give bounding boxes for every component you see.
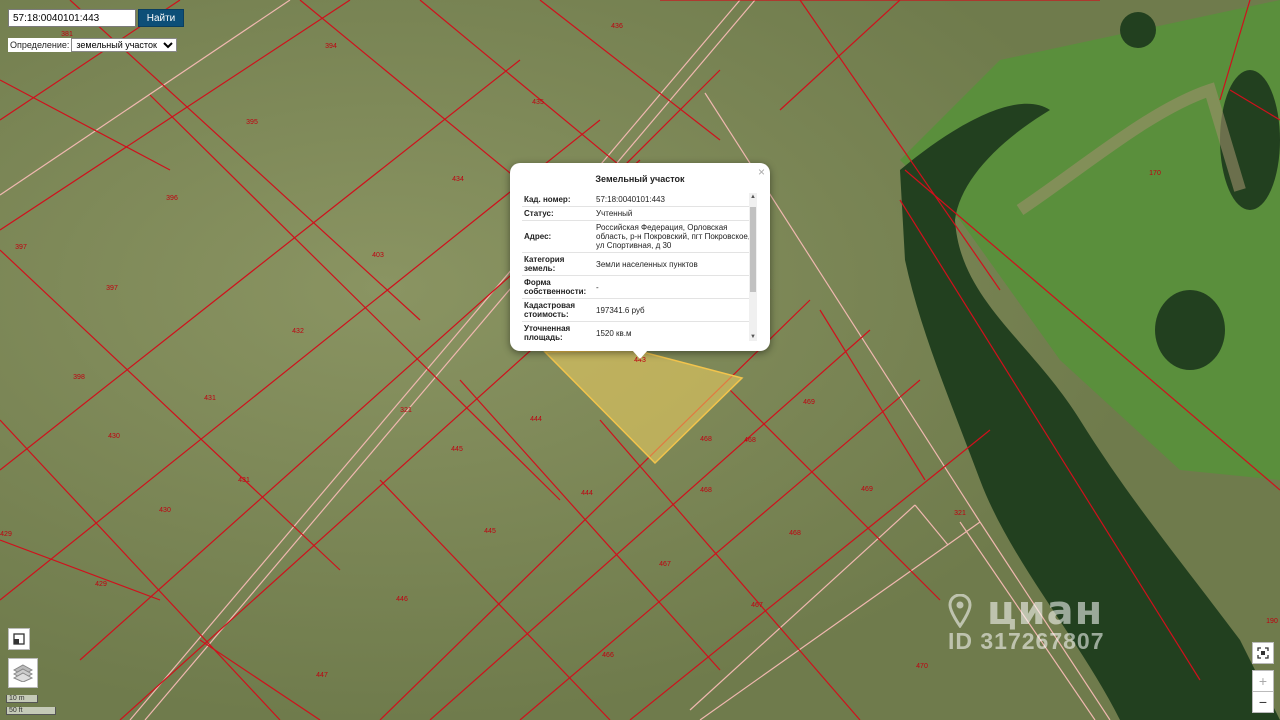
- definition-select[interactable]: земельный участок: [71, 38, 178, 52]
- parcel-label: 170: [1149, 170, 1161, 177]
- parcel-label: 444: [581, 490, 593, 497]
- row-value: Российская Федерация, Орловская область,…: [596, 223, 751, 250]
- parcel-label: 429: [95, 581, 107, 588]
- table-row: Уточненная площадь: 1520 кв.м: [522, 321, 756, 341]
- tree-cluster: [1120, 12, 1156, 48]
- row-key: Форма собственности:: [524, 278, 587, 296]
- row-value: Учтенный: [596, 209, 633, 218]
- parcel-label: 446: [396, 596, 408, 603]
- parcel-label: 467: [659, 561, 671, 568]
- parcel-label: 467: [751, 602, 763, 609]
- scroll-up-icon[interactable]: ▲: [749, 193, 757, 201]
- listing-id: ID 317267807: [948, 628, 1105, 654]
- parcel-label: 468: [789, 530, 801, 537]
- table-row: Кадастровая стоимость: 197341.6 руб: [522, 298, 756, 321]
- table-row: Кад. номер: 57:18:0040101:443: [522, 193, 756, 206]
- row-key: Уточненная площадь:: [524, 324, 571, 341]
- row-value: 197341.6 руб: [596, 305, 645, 315]
- scroll-down-icon[interactable]: ▼: [749, 333, 757, 341]
- table-row: Статус: Учтенный: [522, 206, 756, 220]
- cadastral-number-input[interactable]: [8, 9, 136, 27]
- table-row: Категория земель: Земли населенных пункто…: [522, 252, 756, 275]
- tree-cluster: [1155, 290, 1225, 370]
- close-icon[interactable]: ×: [758, 165, 765, 179]
- popup-title: Земельный участок: [595, 174, 685, 184]
- parcel-label: 436: [611, 23, 623, 30]
- table-row: Форма собственности: -: [522, 275, 756, 298]
- parcel-label: 432: [292, 328, 304, 335]
- parcel-label: 429: [0, 531, 12, 538]
- definition-row: Определение: земельный участок: [8, 38, 178, 52]
- popup-scrollbar[interactable]: ▲ ▼: [749, 193, 757, 341]
- search-bar: Найти: [8, 9, 184, 27]
- scale-bar-imperial: 50 ft: [6, 707, 56, 715]
- find-button[interactable]: Найти: [138, 9, 184, 27]
- layers-button[interactable]: [8, 658, 38, 688]
- table-row: Адрес: Российская Федерация, Орловская об…: [522, 220, 756, 252]
- parcel-label: 321: [400, 407, 412, 414]
- parcel-label: 395: [246, 119, 258, 126]
- parcel-label: 381: [61, 31, 73, 38]
- parcel-label: 397: [106, 285, 118, 292]
- parcel-label: 468: [744, 437, 756, 444]
- parcel-label: 445: [484, 528, 496, 535]
- popup-table: Кад. номер: 57:18:0040101:443 Статус: Учте…: [522, 193, 756, 341]
- definition-label: Определение:: [10, 40, 70, 50]
- parcel-label: 445: [451, 446, 463, 453]
- parcel-label: 398: [73, 374, 85, 381]
- parcel-label: 190: [1266, 618, 1278, 625]
- parcel-label: 397: [15, 244, 27, 251]
- parcel-label: 435: [532, 99, 544, 106]
- layers-icon: [13, 664, 33, 682]
- fullscreen-icon: [1257, 647, 1269, 659]
- parcel-label: 466: [602, 652, 614, 659]
- row-value: -: [596, 282, 599, 292]
- parcel-label: 470: [916, 663, 928, 670]
- parcel-label: 468: [700, 436, 712, 443]
- parcel-label: 430: [108, 433, 120, 440]
- parcel-label: 444: [530, 416, 542, 423]
- parcel-label: 403: [372, 252, 384, 259]
- parcel-label: 431: [238, 477, 250, 484]
- row-value: 57:18:0040101:443: [596, 195, 665, 204]
- row-key: Кадастровая стоимость:: [524, 301, 576, 319]
- parcel-info-popup: × Земельный участок Кад. номер: 57:18:004…: [510, 163, 770, 351]
- row-value: 1520 кв.м: [596, 328, 632, 338]
- cian-watermark: циан ID 317267807: [948, 588, 1105, 655]
- row-key: Кад. номер:: [524, 195, 571, 204]
- parcel-label: 447: [316, 672, 328, 679]
- row-key: Категория земель:: [524, 255, 565, 273]
- scale-bar-metric: 10 m: [6, 695, 38, 703]
- parcel-label: 434: [452, 176, 464, 183]
- parcel-label: 321: [954, 510, 966, 517]
- parcel-label: 394: [325, 43, 337, 50]
- scroll-thumb[interactable]: [750, 207, 756, 292]
- popup-pointer: [632, 350, 648, 359]
- location-pin-icon: [948, 593, 972, 629]
- parcel-label: 469: [803, 399, 815, 406]
- parcel-label: 468: [700, 487, 712, 494]
- parcel-label: 431: [204, 395, 216, 402]
- square-corner-icon: [13, 633, 25, 645]
- parcel-label: 469: [861, 486, 873, 493]
- row-key: Статус:: [524, 209, 554, 218]
- fullscreen-button[interactable]: [1252, 642, 1274, 664]
- parcel-label: 396: [166, 195, 178, 202]
- row-value: Земли населенных пунктов: [596, 259, 698, 269]
- row-key: Адрес:: [524, 232, 552, 241]
- zoom-in-button[interactable]: +: [1252, 670, 1274, 692]
- zoom-out-button[interactable]: −: [1252, 691, 1274, 713]
- parcel-label: 430: [159, 507, 171, 514]
- basemap-toggle-button[interactable]: [8, 628, 30, 650]
